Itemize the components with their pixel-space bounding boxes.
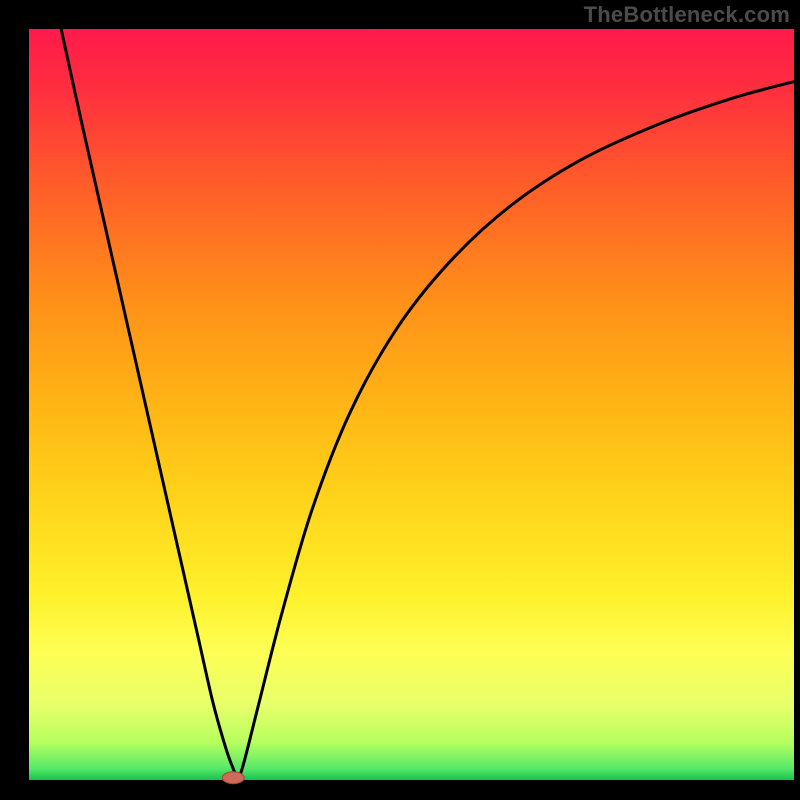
chart-frame: TheBottleneck.com: [0, 0, 800, 800]
bottleneck-chart: [0, 0, 800, 800]
watermark-text: TheBottleneck.com: [584, 2, 790, 28]
plot-background: [29, 29, 794, 780]
optimal-point-marker: [222, 772, 244, 784]
